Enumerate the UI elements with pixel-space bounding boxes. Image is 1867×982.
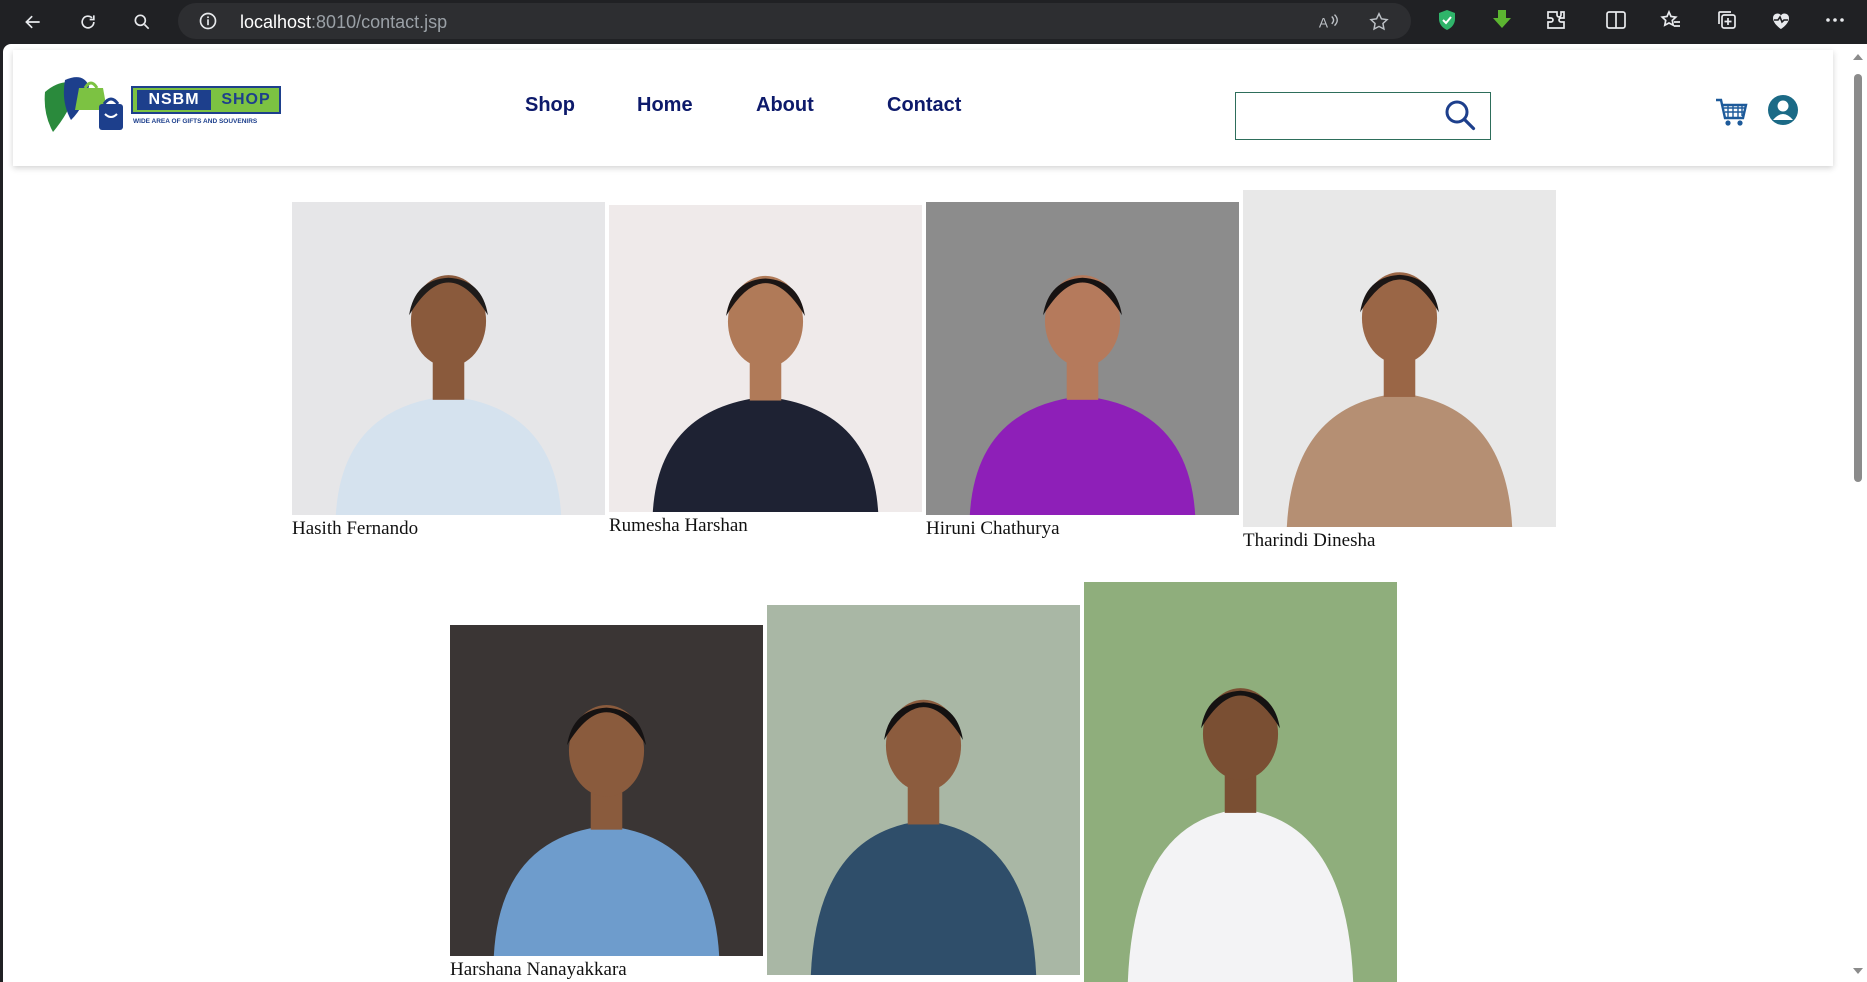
logo-primary-text: NSBM [137,90,211,110]
favorite-star-icon[interactable] [1368,11,1390,33]
team-member-name: Harshana Nanayakkara [450,959,627,980]
user-account-icon[interactable] [1767,94,1799,126]
shopping-cart-icon[interactable] [1715,96,1749,128]
page-scrollbar[interactable] [1849,44,1867,982]
site-search-input[interactable] [1235,92,1491,140]
logo-wordmark: NSBM SHOP [131,86,281,114]
favorites-icon[interactable] [1659,8,1685,34]
nav-home-link[interactable]: Home [637,94,693,117]
team-member-photo [1084,582,1397,982]
team-member-name: Hasith Fernando [292,518,419,539]
svg-text:A: A [1319,16,1329,31]
nav-about-link[interactable]: About [756,94,814,117]
team-member-card [1084,582,1397,982]
site-header: NSBM SHOP WIDE AREA OF GIFTS AND SOUVENI… [13,50,1833,166]
back-icon[interactable] [19,8,47,36]
site-info-icon[interactable] [198,11,218,31]
team-member-card: Rumesha Harshan [609,205,922,542]
search-icon[interactable] [128,8,156,36]
read-aloud-icon[interactable]: A [1318,11,1340,33]
url-text[interactable]: localhost:8010/contact.jsp [240,12,447,33]
team-member-card: Harshana Nanayakkara [450,625,763,982]
site-logo[interactable]: NSBM SHOP WIDE AREA OF GIFTS AND SOUVENI… [43,74,288,138]
team-member-card: Hasith Fernando [292,202,605,545]
nav-shop-link[interactable]: Shop [525,94,575,117]
browser-toolbar: localhost:8010/contact.jsp A [0,0,1867,44]
team-member-photo [767,605,1080,975]
download-extension-icon[interactable] [1490,8,1516,34]
team-member-photo [1243,190,1556,527]
team-member-photo [292,202,605,515]
team-member-name: Rumesha Harshan [609,515,748,536]
team-member-photo [926,202,1239,515]
team-member-name: Tharindi Dinesha [1243,530,1376,551]
team-member-card: Hiruni Chathurya [926,202,1239,545]
scroll-down-arrow[interactable] [1853,968,1863,974]
scrollbar-thumb[interactable] [1854,74,1862,482]
scroll-up-arrow[interactable] [1853,54,1863,60]
search-icon[interactable] [1444,99,1476,131]
team-member-name: Hiruni Chathurya [926,518,1060,539]
split-screen-icon[interactable] [1604,8,1630,34]
page-viewport: NSBM SHOP WIDE AREA OF GIFTS AND SOUVENI… [3,44,1867,982]
shopping-bag-leaf-icon [44,77,123,132]
logo-tagline: WIDE AREA OF GIFTS AND SOUVENIRS [133,118,258,125]
address-bar[interactable]: localhost:8010/contact.jsp A [178,3,1411,39]
reload-icon[interactable] [74,8,102,36]
team-member-photo [450,625,763,956]
more-menu-icon[interactable] [1823,8,1849,34]
logo-secondary-text: SHOP [221,91,271,108]
team-member-photo [609,205,922,512]
collections-icon[interactable] [1715,8,1741,34]
shield-extension-icon[interactable] [1435,8,1461,34]
nav-contact-link[interactable]: Contact [887,94,961,117]
browser-essentials-icon[interactable] [1769,8,1795,34]
team-member-card [767,605,1080,982]
extensions-puzzle-icon[interactable] [1544,8,1570,34]
team-member-card: Tharindi Dinesha [1243,190,1556,557]
